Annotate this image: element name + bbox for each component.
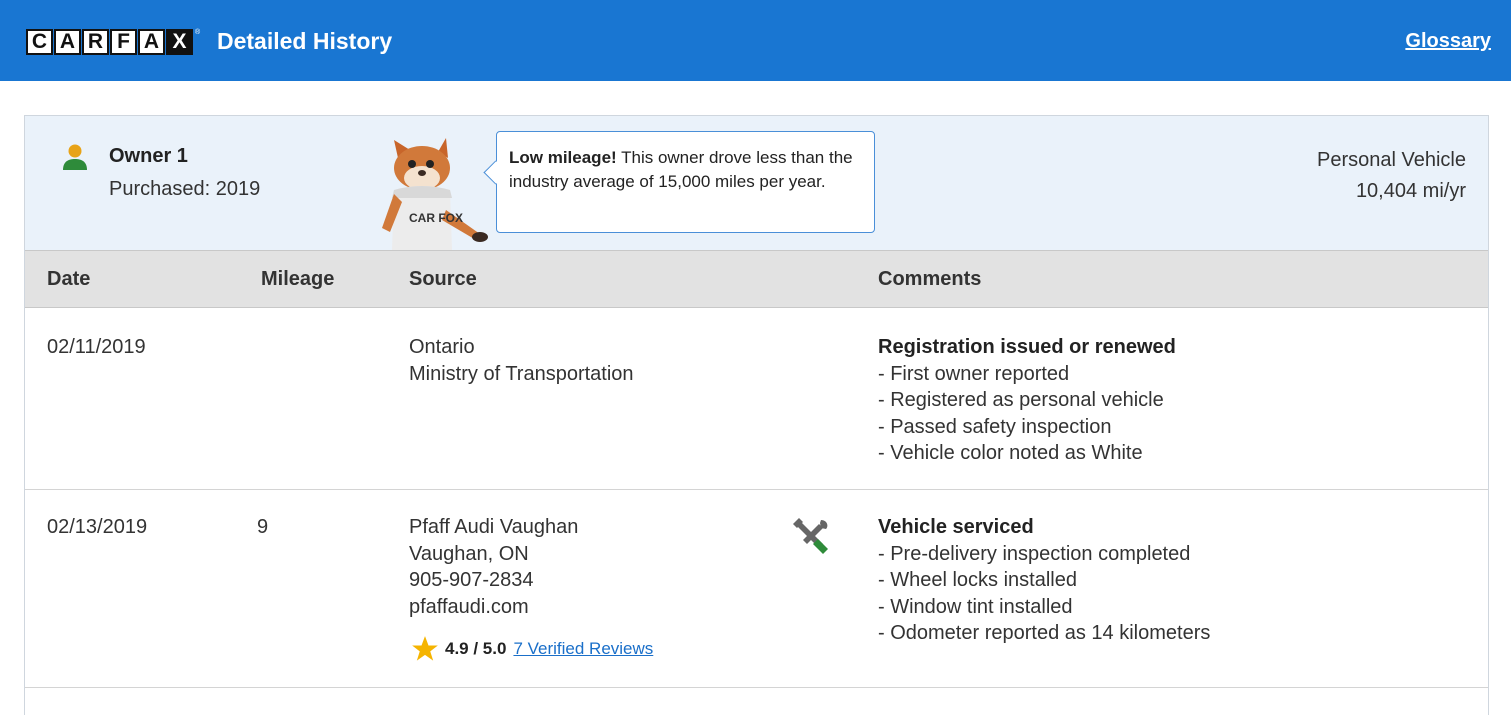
rating-score: 4.9 / 5.0 <box>445 639 507 658</box>
vehicle-usage: Personal Vehicle 10,404 mi/yr <box>1317 145 1466 207</box>
person-icon <box>63 144 87 170</box>
carfax-logo[interactable]: C A R F A X ® <box>26 29 200 55</box>
top-bar: C A R F A X ® Detailed History Glossary <box>0 0 1511 81</box>
table-header: Date Mileage Source Comments <box>25 250 1488 308</box>
comment-item: - Wheel locks installed <box>878 569 1077 591</box>
low-mileage-tip: Low mileage! This owner drove less than … <box>496 131 875 233</box>
comment-item: - First owner reported <box>878 362 1070 385</box>
row-comments: Registration issued or renewed - First o… <box>878 334 1176 467</box>
source-line: Ministry of Transportation <box>409 362 634 385</box>
dealer-rating: 4.9 / 5.0 7 Verified Reviews <box>411 635 653 663</box>
logo-letter: X <box>166 29 193 55</box>
verified-reviews-link[interactable]: 7 Verified Reviews <box>513 639 653 659</box>
logo-letter: A <box>138 29 165 55</box>
row-source: Ontario Ministry of Transportation <box>409 334 634 387</box>
header-source: Source <box>409 268 477 290</box>
comment-item: - Window tint installed <box>878 595 1073 618</box>
usage-rate: 10,404 mi/yr <box>1355 180 1466 202</box>
logo-letter: F <box>110 29 137 55</box>
registered-mark: ® <box>195 28 201 36</box>
source-line: Ontario <box>409 336 475 358</box>
history-card: Owner 1 Purchased: 2019 CAR FOX Low mile… <box>24 115 1489 715</box>
owner-purchased: Purchased: 2019 <box>109 178 261 200</box>
row-date: 02/11/2019 <box>47 336 146 358</box>
comment-item: - Pre-delivery inspection completed <box>878 542 1191 565</box>
logo-letter: R <box>82 29 109 55</box>
source-line: 905-907-2834 <box>409 569 534 591</box>
comment-title: Registration issued or renewed <box>878 336 1176 358</box>
comment-item: - Vehicle color noted as White <box>878 442 1143 464</box>
source-line: Vaughan, ON <box>409 542 529 565</box>
row-mileage: 9 <box>257 516 269 538</box>
comment-item: - Odometer reported as 14 kilometers <box>878 622 1211 644</box>
source-line: Pfaff Audi Vaughan <box>409 516 579 538</box>
row-source: Pfaff Audi Vaughan Vaughan, ON 905-907-2… <box>409 514 578 620</box>
tip-bold: Low mileage! <box>509 148 617 167</box>
source-line: pfaffaudi.com <box>409 595 529 618</box>
header-date: Date <box>47 268 91 290</box>
page-title: Detailed History <box>217 28 393 54</box>
usage-type: Personal Vehicle <box>1317 149 1466 171</box>
mascot-shirt-text: CAR FOX <box>409 211 463 225</box>
comment-item: - Passed safety inspection <box>878 415 1112 438</box>
glossary-link[interactable]: Glossary <box>1405 30 1491 53</box>
carfox-mascot-icon: CAR FOX <box>382 138 488 250</box>
comment-title: Vehicle serviced <box>878 516 1034 538</box>
table-row: 02/11/2019 Ontario Ministry of Transport… <box>25 308 1488 490</box>
row-date: 02/13/2019 <box>47 516 148 538</box>
table-row: 02/13/2019 9 Pfaff Audi Vaughan Vaughan,… <box>25 490 1488 688</box>
logo-letter: C <box>26 29 53 55</box>
header-mileage: Mileage <box>261 268 335 290</box>
logo-letter: A <box>54 29 81 55</box>
owner-name: Owner 1 <box>109 145 188 167</box>
owner-summary: Owner 1 Purchased: 2019 CAR FOX Low mile… <box>25 116 1488 250</box>
row-comments: Vehicle serviced - Pre-delivery inspecti… <box>878 514 1210 647</box>
star-icon <box>412 636 438 661</box>
header-comments: Comments <box>878 268 982 290</box>
wrench-screwdriver-icon <box>793 518 828 554</box>
comment-item: - Registered as personal vehicle <box>878 389 1164 411</box>
